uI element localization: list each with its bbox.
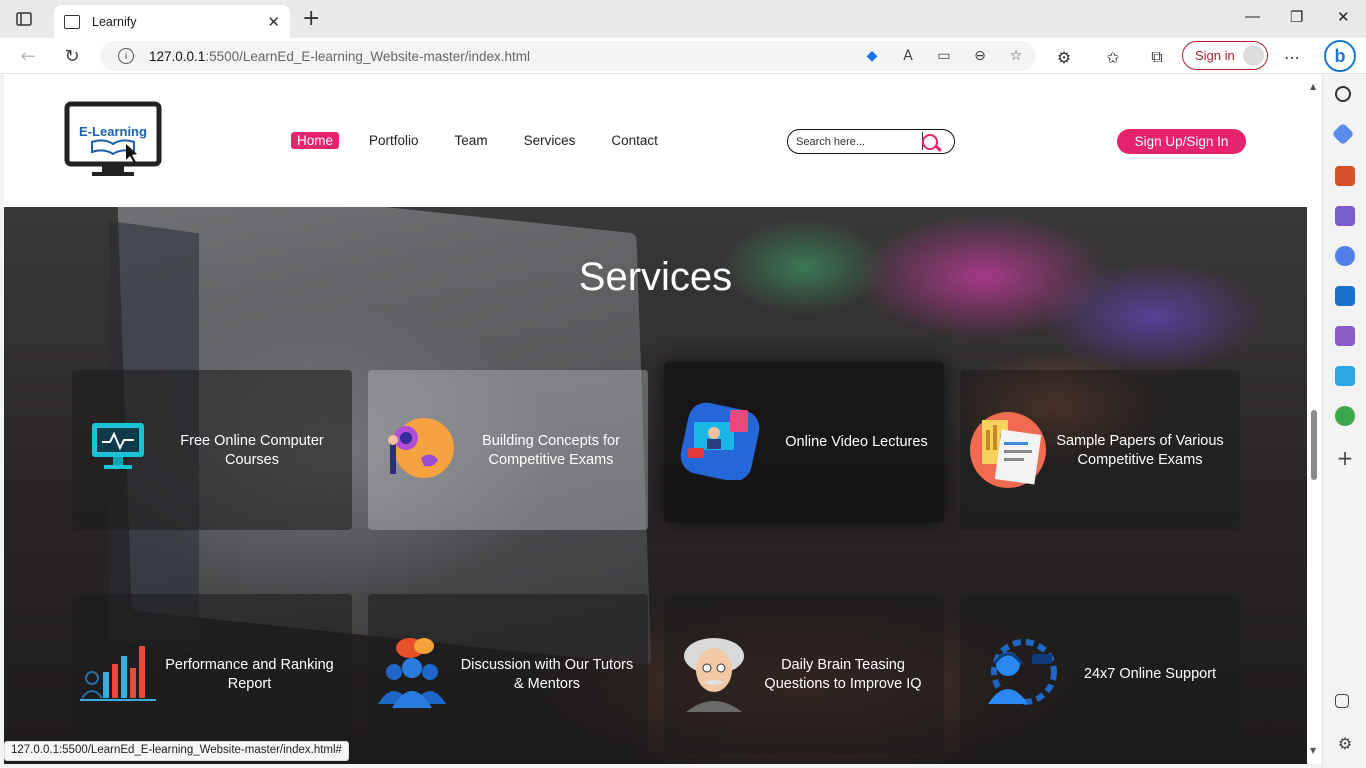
games-icon[interactable] <box>1335 206 1355 226</box>
service-card-online-support[interactable]: 24x7 Online Support <box>960 594 1240 754</box>
page-scrollbar[interactable]: ▲ ▼ <box>1307 74 1322 764</box>
service-card-label: Daily Brain Teasing Questions to Improve … <box>764 657 922 692</box>
signin-label: Sign in <box>1195 48 1235 63</box>
tools-icon[interactable] <box>1335 166 1355 186</box>
video-lecture-icon <box>680 400 760 482</box>
computer-course-icon <box>88 415 148 475</box>
close-window-icon[interactable]: ✕ <box>1337 8 1350 26</box>
scrollbar-thumb[interactable] <box>1311 410 1317 480</box>
extensions-icon[interactable]: ⚙ <box>1053 46 1075 68</box>
url-text[interactable]: 127.0.0.1:5500/LearnEd_E-learning_Websit… <box>149 49 530 64</box>
nav-team[interactable]: Team <box>449 132 494 149</box>
sample-papers-icon <box>968 410 1048 490</box>
service-card-label: Free Online Computer Courses <box>180 433 324 468</box>
collections-icon[interactable]: ⧉ <box>1146 46 1168 68</box>
page-viewport: E-Learning Home Portfolio Team Services … <box>4 74 1307 764</box>
einstein-icon <box>674 634 754 714</box>
main-nav: Home Portfolio Team Services Contact <box>291 132 688 149</box>
sidebar-settings-icon[interactable]: ⚙ <box>1335 734 1355 754</box>
site-header: E-Learning Home Portfolio Team Services … <box>4 74 1307 207</box>
browser-tab-bar: Learnify ✕ + — ❐ ✕ <box>0 0 1366 38</box>
status-url: 127.0.0.1:5500/LearnEd_E-learning_Websit… <box>4 741 349 761</box>
service-card-tutor-discussion[interactable]: Discussion with Our Tutors & Mentors <box>368 594 648 754</box>
nav-home[interactable]: Home <box>291 132 340 149</box>
immersive-reader-icon[interactable]: ▭ <box>934 46 954 66</box>
shopping-icon[interactable] <box>1331 122 1355 146</box>
search-icon[interactable] <box>1335 86 1351 102</box>
minimize-icon[interactable]: — <box>1245 8 1260 25</box>
service-card-label: Building Concepts for Competitive Exams <box>482 433 620 468</box>
services-section: Services Free Online Computer Courses Bui… <box>4 207 1307 764</box>
support-headset-icon <box>980 634 1060 714</box>
nav-portfolio[interactable]: Portfolio <box>363 132 425 149</box>
favorites-icon[interactable]: ✩ <box>1102 46 1124 68</box>
bing-copilot-icon[interactable]: b <box>1324 40 1356 72</box>
browser-toolbar: ← ↻ i 127.0.0.1:5500/LearnEd_E-learning_… <box>0 38 1366 74</box>
url-path: :5500/LearnEd_E-learning_Website-master/… <box>205 48 530 64</box>
more-menu-icon[interactable]: ⋯ <box>1281 46 1303 68</box>
outlook-icon[interactable] <box>1335 286 1355 306</box>
back-icon[interactable]: ← <box>16 44 40 68</box>
page-favicon-icon <box>64 14 80 29</box>
concept-building-icon <box>376 410 456 490</box>
avatar <box>1243 45 1264 66</box>
nav-contact[interactable]: Contact <box>605 132 664 149</box>
hide-sidebar-icon[interactable] <box>1335 694 1349 708</box>
copilot-icon[interactable] <box>1335 246 1355 266</box>
service-card-performance-report[interactable]: Performance and Ranking Report <box>72 594 352 754</box>
designer-icon[interactable] <box>1335 326 1355 346</box>
service-card-video-lectures[interactable]: Online Video Lectures <box>664 362 944 522</box>
services-heading: Services <box>578 255 733 299</box>
service-card-label: Online Video Lectures <box>785 434 928 450</box>
scroll-up-icon[interactable]: ▲ <box>1310 82 1316 91</box>
tree-icon[interactable] <box>1335 406 1355 426</box>
service-card-label: Discussion with Our Tutors & Mentors <box>460 657 634 692</box>
signup-signin-button[interactable]: Sign Up/Sign In <box>1117 129 1246 154</box>
add-favorite-icon[interactable]: ☆ <box>1006 46 1026 66</box>
search-placeholder: Search here... <box>796 135 866 148</box>
service-card-competitive-concepts[interactable]: Building Concepts for Competitive Exams <box>368 370 648 530</box>
address-bar[interactable]: i 127.0.0.1:5500/LearnEd_E-learning_Webs… <box>100 41 1036 71</box>
tab-title: Learnify <box>92 14 137 29</box>
shopping-tag-icon[interactable]: ◆ <box>862 46 882 66</box>
ranking-chart-icon <box>78 634 158 714</box>
nav-services[interactable]: Services <box>518 132 582 149</box>
refresh-icon[interactable]: ↻ <box>60 44 84 68</box>
service-card-label: Sample Papers of Various Competitive Exam… <box>1056 433 1224 468</box>
logo-text: E-Learning <box>79 124 147 139</box>
restore-icon[interactable]: ❐ <box>1290 8 1303 26</box>
search-icon[interactable] <box>922 133 938 150</box>
e-learning-logo[interactable]: E-Learning <box>64 96 162 186</box>
discussion-group-icon <box>374 634 454 714</box>
add-sidebar-app-icon[interactable]: + <box>1335 448 1355 468</box>
zoom-out-icon[interactable]: ⊖ <box>970 46 990 66</box>
service-card-label: 24x7 Online Support <box>1083 666 1217 682</box>
site-info-icon[interactable]: i <box>118 48 134 64</box>
profile-signin-button[interactable]: Sign in <box>1182 41 1268 70</box>
service-card-sample-papers[interactable]: Sample Papers of Various Competitive Exam… <box>960 370 1240 530</box>
service-card-label: Performance and Ranking Report <box>165 657 334 692</box>
new-tab-icon[interactable]: + <box>302 8 320 30</box>
read-aloud-icon[interactable]: A <box>898 46 918 66</box>
url-host: 127.0.0.1 <box>149 48 206 64</box>
service-card-brain-teasers[interactable]: Daily Brain Teasing Questions to Improve … <box>664 594 944 754</box>
telegram-icon[interactable] <box>1335 366 1355 386</box>
scroll-down-icon[interactable]: ▼ <box>1310 746 1316 755</box>
service-card-computer-courses[interactable]: Free Online Computer Courses <box>72 370 352 530</box>
browser-tab-learnify[interactable]: Learnify ✕ <box>54 5 290 38</box>
close-tab-icon[interactable]: ✕ <box>267 13 280 31</box>
site-search-input[interactable]: Search here... <box>787 129 955 154</box>
tab-actions-icon[interactable] <box>10 8 38 30</box>
edge-sidebar: + ⚙ <box>1322 74 1366 768</box>
